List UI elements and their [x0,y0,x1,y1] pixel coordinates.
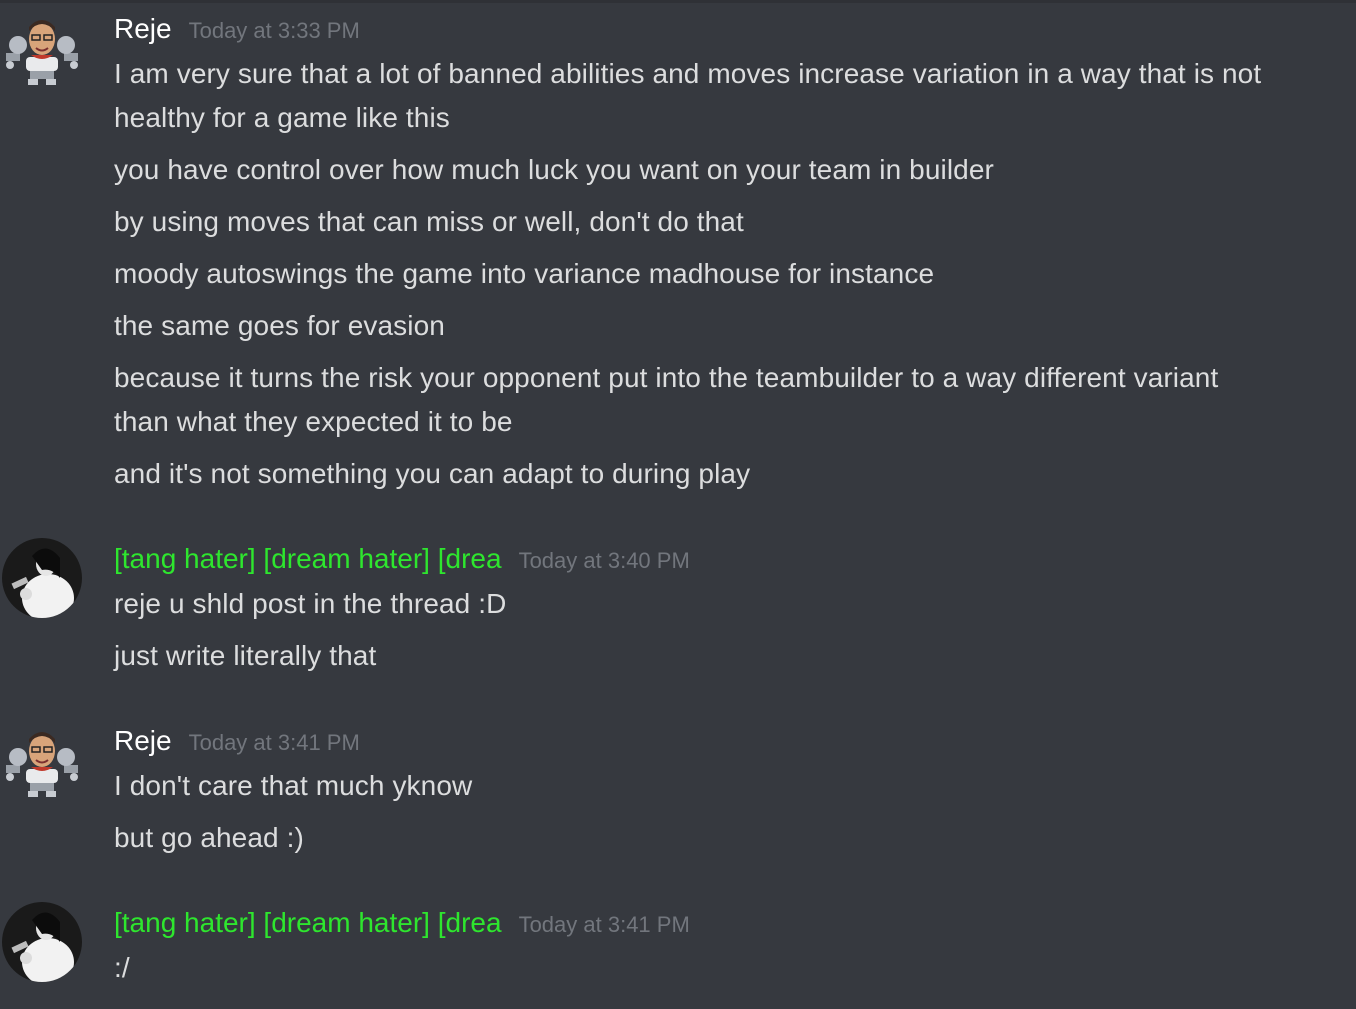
message-text: but go ahead :) [114,822,304,853]
message-author[interactable]: Reje [114,721,172,761]
message-author[interactable]: Reje [114,9,172,49]
photo-avatar-icon [2,538,82,618]
message-text: and it's not something you can adapt to … [114,458,751,489]
avatar[interactable] [2,902,82,982]
message-author[interactable]: [tang hater] [dream hater] [drea [114,539,502,579]
message-text: just write literally that [114,640,377,671]
message-text: I am very sure that a lot of banned abil… [114,58,1262,133]
chat-message-list: Reje Today at 3:33 PM I am very sure tha… [0,0,1356,1009]
avatar[interactable] [2,538,82,618]
message-text: :/ [114,952,130,983]
robot-avatar-icon [6,20,78,85]
robot-avatar-icon [6,732,78,797]
photo-avatar-icon [2,902,82,982]
message-text: I don't care that much yknow [114,770,473,801]
message-timestamp: Today at 3:41 PM [518,912,690,937]
message-timestamp: Today at 3:41 PM [188,730,360,755]
message-author[interactable]: [tang hater] [dream hater] [drea [114,903,502,943]
message-text: reje u shld post in the thread :D [114,588,507,619]
avatar[interactable] [2,725,82,805]
message-timestamp: Today at 3:40 PM [518,548,690,573]
message-text: you have control over how much luck you … [114,154,994,185]
message-text: by using moves that can miss or well, do… [114,206,744,237]
avatar[interactable] [2,13,82,93]
message-text: because it turns the risk your opponent … [114,362,1219,437]
message-timestamp: Today at 3:33 PM [188,18,360,43]
message-text: moody autoswings the game into variance … [114,258,935,289]
message-text: the same goes for evasion [114,310,445,341]
